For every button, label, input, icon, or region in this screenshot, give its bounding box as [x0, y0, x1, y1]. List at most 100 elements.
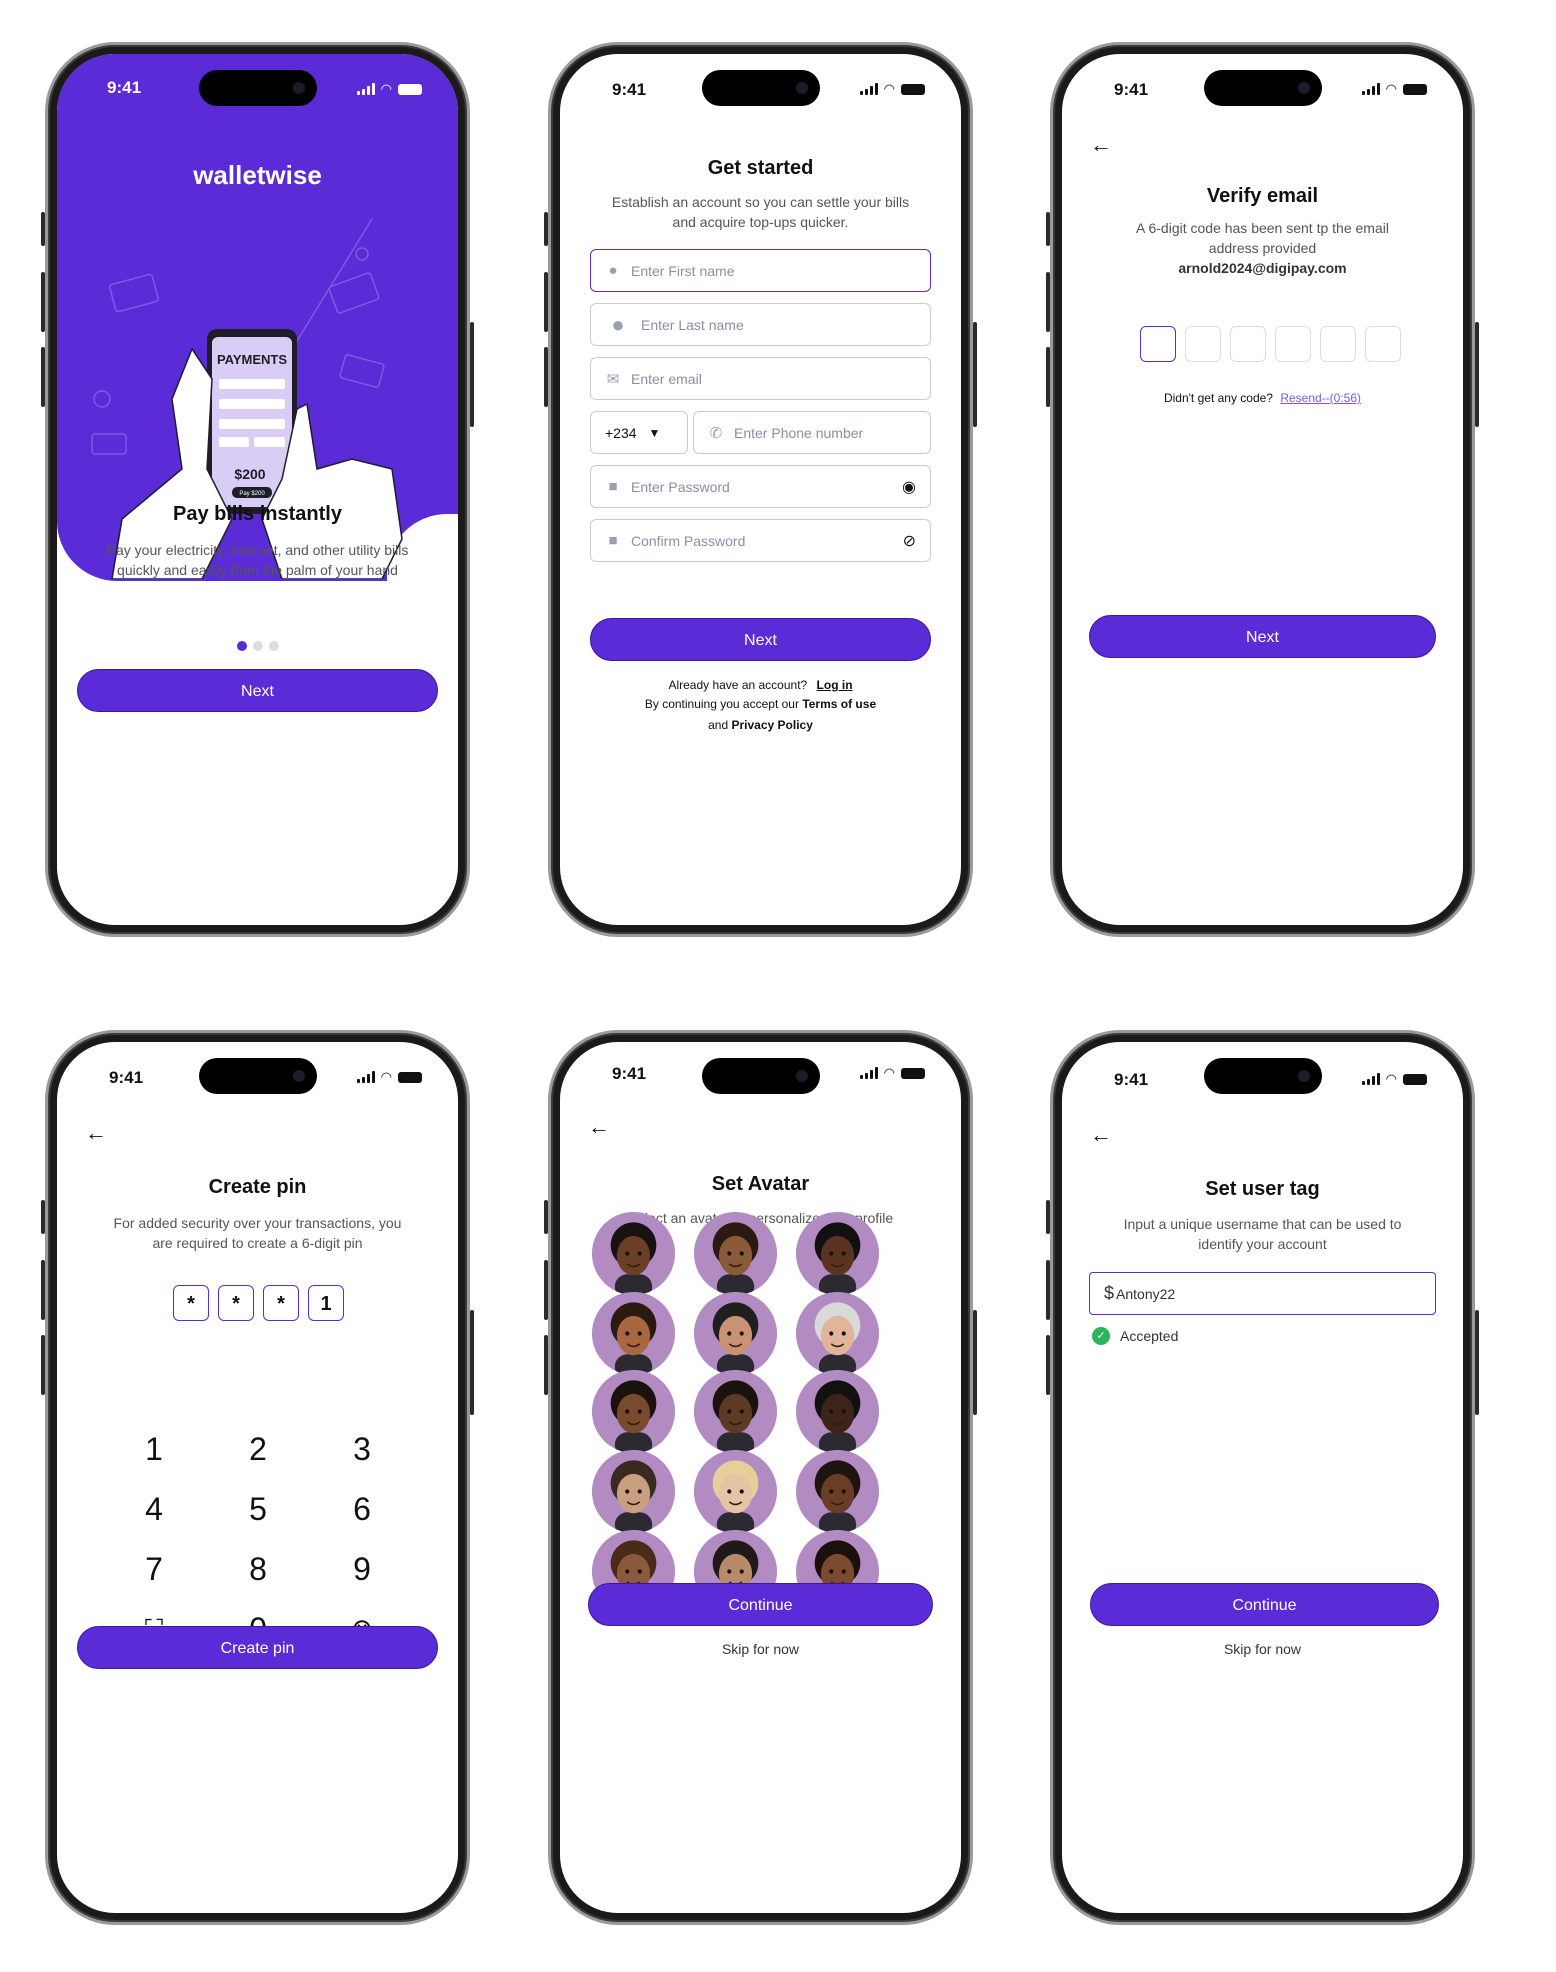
- screen: 9:41 ◠ ← Set user tag Input a unique use…: [1062, 1042, 1463, 1913]
- code-input-2[interactable]: [1185, 326, 1221, 362]
- wifi-icon: ◠: [1385, 81, 1397, 96]
- avatar-option[interactable]: [694, 1292, 777, 1375]
- chevron-down-icon: ▼: [648, 425, 661, 440]
- password-placeholder: Enter Password: [631, 478, 730, 495]
- status-time: 9:41: [107, 78, 142, 97]
- eye-icon[interactable]: ◉: [902, 477, 916, 497]
- confirm-password-field[interactable]: ■ Confirm Password ⊘: [590, 519, 931, 562]
- avatar-option[interactable]: [694, 1450, 777, 1533]
- hardware-button: [544, 1335, 548, 1395]
- code-input-6[interactable]: [1365, 326, 1401, 362]
- avatar-option[interactable]: [796, 1212, 879, 1295]
- terms-link[interactable]: Terms of use: [802, 697, 876, 711]
- screen: 9:41 ◠ Get started Establish an account …: [560, 54, 961, 925]
- last-name-field[interactable]: ● Enter Last name: [590, 303, 931, 346]
- signal-icon: [1361, 83, 1380, 95]
- skip-link[interactable]: Skip for now: [1062, 1641, 1463, 1657]
- terms-prefix: By continuing you accept our: [644, 697, 799, 711]
- create-pin-button[interactable]: Create pin: [77, 1626, 438, 1669]
- illustration-pay-button: Pay $200: [239, 491, 265, 497]
- dot-active[interactable]: [236, 641, 247, 651]
- dot[interactable]: [268, 641, 279, 651]
- status-time: 9:41: [1114, 1070, 1149, 1089]
- hardware-button: [1046, 1200, 1050, 1234]
- pin-digit-4[interactable]: 1: [308, 1285, 344, 1321]
- eye-off-icon[interactable]: ⊘: [903, 531, 916, 551]
- hardware-button: [1046, 347, 1050, 407]
- next-button[interactable]: Next: [590, 618, 931, 661]
- avatar-option[interactable]: [796, 1450, 879, 1533]
- page-title: Set Avatar: [711, 1173, 810, 1195]
- signal-icon: [1361, 1073, 1380, 1085]
- status-time: 9:41: [612, 1064, 647, 1083]
- avatar-option[interactable]: [592, 1450, 675, 1533]
- key-8[interactable]: 8: [228, 1551, 288, 1588]
- lock-icon: ■: [608, 478, 618, 495]
- hardware-button: [544, 272, 548, 332]
- illustration-heading: PAYMENTS: [217, 352, 287, 367]
- hardware-button: [1046, 212, 1050, 246]
- avatar-option[interactable]: [796, 1292, 879, 1375]
- login-prompt: Already have an account? Log in: [560, 678, 961, 692]
- code-input-3[interactable]: [1230, 326, 1266, 362]
- hardware-button: [1046, 1335, 1050, 1395]
- key-6[interactable]: 6: [332, 1491, 392, 1528]
- back-arrow-icon[interactable]: ←: [1090, 134, 1112, 156]
- pin-digit-3[interactable]: *: [263, 1285, 299, 1321]
- page-title: Get started: [707, 157, 814, 179]
- hardware-button: [41, 347, 45, 407]
- user-tag-value: Antony22: [1116, 1285, 1176, 1302]
- next-button[interactable]: Next: [77, 669, 438, 712]
- hardware-button: [470, 1310, 474, 1415]
- first-name-field[interactable]: ● Enter First name: [590, 249, 931, 292]
- login-link[interactable]: Log in: [817, 678, 853, 692]
- battery-icon: [901, 1067, 925, 1079]
- hardware-button: [973, 322, 977, 427]
- key-5[interactable]: 5: [228, 1491, 288, 1528]
- avatar-option[interactable]: [694, 1370, 777, 1453]
- phone-field[interactable]: ✆ Enter Phone number: [693, 411, 931, 454]
- wifi-icon: ◠: [883, 81, 895, 96]
- back-arrow-icon[interactable]: ←: [588, 1116, 610, 1138]
- back-arrow-icon[interactable]: ←: [85, 1122, 107, 1144]
- pin-digit-2[interactable]: *: [218, 1285, 254, 1321]
- hardware-button: [973, 1310, 977, 1415]
- avatar-option[interactable]: [796, 1370, 879, 1453]
- continue-button[interactable]: Continue: [588, 1583, 933, 1626]
- key-2[interactable]: 2: [228, 1431, 288, 1468]
- dynamic-island: [198, 1058, 317, 1094]
- key-1[interactable]: 1: [124, 1431, 184, 1468]
- code-input-4[interactable]: [1275, 326, 1311, 362]
- key-4[interactable]: 4: [124, 1491, 184, 1528]
- key-7[interactable]: 7: [124, 1551, 184, 1588]
- continue-button[interactable]: Continue: [1090, 1583, 1439, 1626]
- hardware-button: [544, 1260, 548, 1320]
- resend-link[interactable]: Resend--(0:56): [1280, 391, 1361, 405]
- page-subtitle: Input a unique username that can be used…: [1123, 1216, 1402, 1252]
- avatar-option[interactable]: [592, 1292, 675, 1375]
- next-button[interactable]: Next: [1089, 615, 1436, 658]
- country-code-select[interactable]: +234 ▼: [590, 411, 688, 454]
- avatar-option[interactable]: [592, 1212, 675, 1295]
- onboarding-subtitle: Pay your electricity, internet, and othe…: [106, 542, 409, 578]
- privacy-link[interactable]: Privacy Policy: [731, 718, 812, 732]
- back-arrow-icon[interactable]: ←: [1090, 1124, 1112, 1146]
- key-9[interactable]: 9: [332, 1551, 392, 1588]
- confirm-password-placeholder: Confirm Password: [631, 532, 746, 549]
- code-input-5[interactable]: [1320, 326, 1356, 362]
- password-field[interactable]: ■ Enter Password ◉: [590, 465, 931, 508]
- email-field[interactable]: ✉ Enter email: [590, 357, 931, 400]
- pagination-dots[interactable]: [57, 641, 458, 651]
- code-input-1[interactable]: [1140, 326, 1176, 362]
- wifi-icon: ◠: [1385, 1071, 1397, 1086]
- dot[interactable]: [252, 641, 263, 651]
- skip-link[interactable]: Skip for now: [560, 1641, 961, 1657]
- page-subtitle: Establish an account so you can settle y…: [611, 194, 910, 230]
- user-tag-input[interactable]: $ Antony22: [1089, 1272, 1436, 1315]
- avatar-option[interactable]: [592, 1370, 675, 1453]
- status-time: 9:41: [109, 1068, 144, 1087]
- accepted-status: ✓ Accepted: [1092, 1327, 1178, 1345]
- avatar-option[interactable]: [694, 1212, 777, 1295]
- pin-digit-1[interactable]: *: [173, 1285, 209, 1321]
- key-3[interactable]: 3: [332, 1431, 392, 1468]
